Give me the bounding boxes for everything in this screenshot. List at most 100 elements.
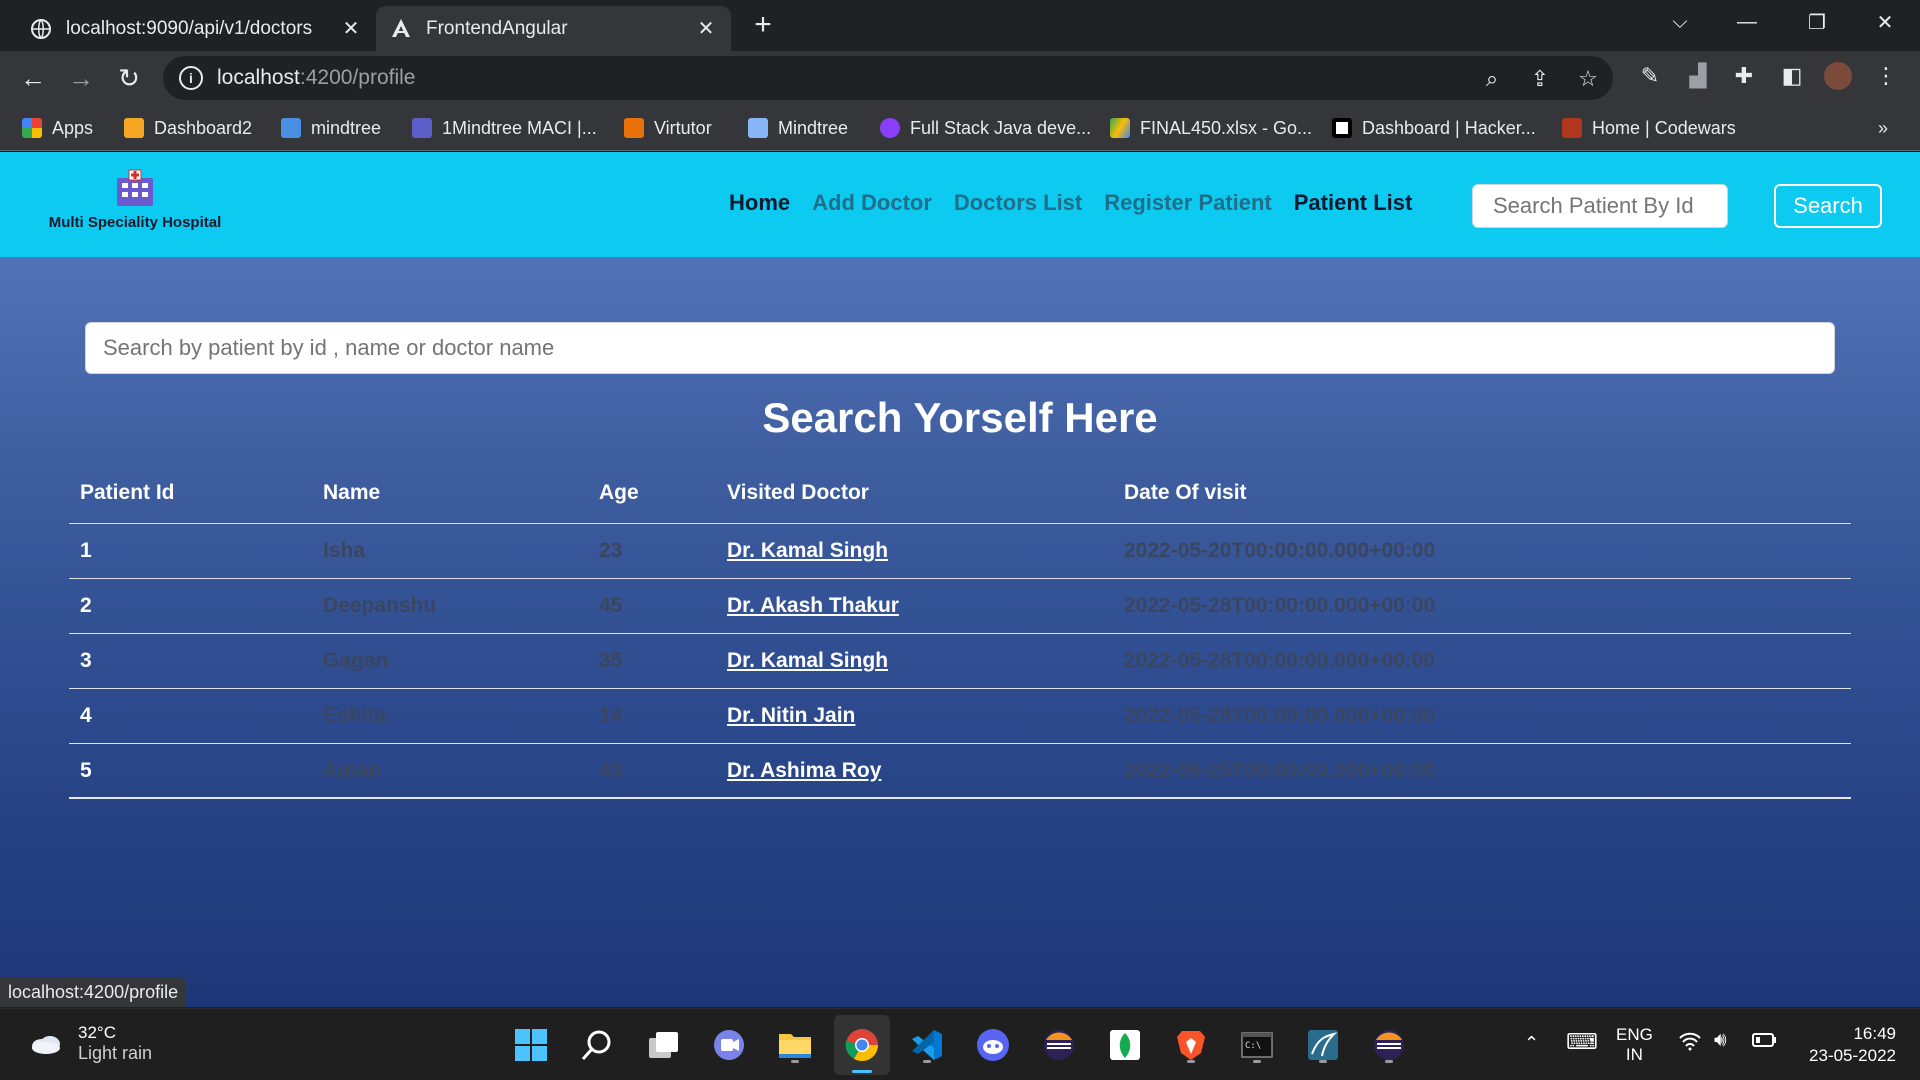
tab-frontend-angular[interactable]: FrontendAngular ✕ [376, 6, 731, 51]
search-patient-by-id-input[interactable] [1472, 184, 1728, 228]
bookmark-codewars[interactable]: Home | Codewars [1562, 115, 1736, 141]
windows-taskbar: 32°C Light rain C:\ ⌃ ⌨ ENG IN 🔊︎ 16:49 … [0, 1008, 1920, 1080]
cell-name: Gagan [323, 649, 389, 672]
bookmark-label: Apps [52, 117, 94, 138]
brand[interactable]: Multi Speciality Hospital [40, 168, 230, 231]
bookmark-final450[interactable]: FINAL450.xlsx - Go... [1110, 115, 1312, 141]
hospital-icon [115, 168, 155, 208]
battery-icon[interactable] [1752, 1031, 1778, 1054]
show-hidden-icons-chevron-icon[interactable]: ⌃ [1524, 1033, 1539, 1054]
extension-chart-icon[interactable]: ▟ [1684, 62, 1712, 90]
nav-add-doctor[interactable]: Add Doctor [812, 190, 932, 216]
bookmark-label: mindtree [311, 117, 382, 138]
site-info-icon[interactable]: i [179, 66, 203, 90]
eclipse-icon[interactable] [1039, 1025, 1079, 1065]
share-icon[interactable]: ⇪ [1527, 66, 1553, 92]
bookmark-star-icon[interactable]: ☆ [1575, 66, 1601, 92]
doctor-link[interactable]: Dr. Ashima Roy [727, 759, 881, 782]
chrome-icon[interactable] [834, 1015, 890, 1075]
address-bar[interactable]: i localhost :4200/profile ⌕ ⇪ ☆ [163, 56, 1613, 100]
side-panel-icon[interactable]: ◧ [1778, 62, 1806, 90]
bookmark-full-stack-java[interactable]: Full Stack Java deve... [880, 115, 1091, 141]
clock-date: 23-05-2022 [1809, 1046, 1896, 1065]
bookmark-apps[interactable]: Apps [22, 115, 93, 141]
nav-register-patient[interactable]: Register Patient [1104, 190, 1272, 216]
mindtree-icon [281, 118, 301, 138]
new-tab-button[interactable]: + [748, 10, 778, 40]
cell-patient-id: 3 [80, 649, 92, 672]
vscode-icon[interactable] [907, 1025, 947, 1065]
codewars-icon [1562, 118, 1582, 138]
doctor-link[interactable]: Dr. Nitin Jain [727, 704, 855, 727]
bookmark-label: Dashboard2 [154, 117, 253, 138]
close-window-button[interactable]: ✕ [1850, 0, 1920, 44]
bookmark-dashboard2[interactable]: Dashboard2 [124, 115, 252, 141]
search-button[interactable]: Search [1774, 184, 1882, 228]
doctor-link[interactable]: Dr. Kamal Singh [727, 649, 888, 672]
bookmark-mindtree-maci[interactable]: 1Mindtree MACI |... [412, 115, 597, 141]
eclipse-2-icon[interactable] [1369, 1025, 1409, 1065]
file-explorer-icon[interactable] [775, 1025, 815, 1065]
table-row: 5 Aman 43 Dr. Ashima Roy 2022-06-25T00:0… [69, 744, 1851, 799]
doctor-link[interactable]: Dr. Akash Thakur [727, 594, 899, 617]
tab-search-dropdown-icon[interactable]: ⌵ [1645, 0, 1715, 44]
bookmark-label: Full Stack Java deve... [910, 117, 1092, 138]
windows-start-icon[interactable] [511, 1025, 551, 1065]
bookmark-mindtree-2[interactable]: Mindtree [748, 115, 848, 141]
profile-avatar[interactable] [1824, 62, 1852, 90]
weather-widget[interactable]: 32°C Light rain [28, 1023, 152, 1064]
nav-patient-list[interactable]: Patient List [1294, 190, 1413, 216]
tab-doctors-api[interactable]: localhost:9090/api/v1/doctors ✕ [16, 6, 376, 51]
mysql-workbench-icon[interactable] [1303, 1025, 1343, 1065]
cell-age: 35 [599, 649, 623, 672]
bookmark-virtutor[interactable]: Virtutor [624, 115, 712, 141]
angular-icon [390, 18, 412, 40]
task-view-icon[interactable] [643, 1025, 683, 1065]
close-tab-icon[interactable]: ✕ [695, 18, 717, 40]
menu-kebab-icon[interactable]: ⋮ [1872, 62, 1900, 90]
bookmark-mindtree[interactable]: mindtree [281, 115, 381, 141]
teams-chat-icon[interactable] [709, 1025, 749, 1065]
cell-date: 2022-05-28T00:00:00.000+00:00 [1124, 649, 1436, 672]
more-bookmarks-icon[interactable]: » [1878, 115, 1888, 141]
bookmark-label: 1Mindtree MACI |... [442, 117, 597, 138]
cell-patient-id: 2 [80, 594, 92, 617]
table-row: 1 Isha 23 Dr. Kamal Singh 2022-05-20T00:… [69, 524, 1851, 579]
keyboard-icon[interactable]: ⌨ [1566, 1029, 1598, 1055]
patient-search-input[interactable] [85, 322, 1835, 374]
language-indicator[interactable]: ENG IN [1616, 1025, 1653, 1065]
wifi-icon[interactable] [1678, 1031, 1702, 1057]
search-icon[interactable] [577, 1025, 617, 1065]
volume-icon[interactable]: 🔊︎ [1714, 1029, 1727, 1052]
bookmarks-bar: Apps Dashboard2 mindtree 1Mindtree MACI … [0, 105, 1920, 151]
brave-icon[interactable] [1171, 1025, 1211, 1065]
udemy-icon [880, 118, 900, 138]
apps-grid-icon [22, 118, 42, 138]
bookmark-hackerrank[interactable]: Dashboard | Hacker... [1332, 115, 1536, 141]
teams-icon [412, 118, 432, 138]
zoom-icon[interactable]: ⌕ [1479, 66, 1505, 92]
cell-doctor: Dr. Ashima Roy [716, 759, 1113, 783]
discord-icon[interactable] [973, 1025, 1013, 1065]
nav-doctors-list[interactable]: Doctors List [954, 190, 1082, 216]
restore-button[interactable]: ❐ [1782, 0, 1852, 44]
cell-age: 45 [599, 594, 623, 617]
doctor-link[interactable]: Dr. Kamal Singh [727, 539, 888, 562]
extensions-puzzle-icon[interactable]: ✚ [1730, 62, 1758, 90]
header-age: Age [599, 480, 639, 504]
forward-arrow-icon[interactable]: → [66, 63, 96, 93]
mongodb-compass-icon[interactable] [1105, 1025, 1145, 1065]
close-tab-icon[interactable]: ✕ [340, 18, 362, 40]
system-clock[interactable]: 16:49 23-05-2022 [1796, 1023, 1896, 1067]
running-indicator [791, 1060, 799, 1063]
header-date-of-visit: Date Of visit [1124, 480, 1247, 504]
reload-icon[interactable]: ↻ [114, 63, 144, 93]
weather-desc: Light rain [78, 1043, 153, 1063]
cell-name: Aman [323, 758, 382, 782]
terminal-icon[interactable]: C:\ [1237, 1025, 1277, 1065]
back-arrow-icon[interactable]: ← [18, 63, 48, 93]
extension-pen-icon[interactable]: ✎ [1636, 62, 1664, 90]
nav-home[interactable]: Home [729, 190, 790, 216]
minimize-button[interactable]: — [1712, 0, 1782, 44]
virtutor-icon [624, 118, 644, 138]
